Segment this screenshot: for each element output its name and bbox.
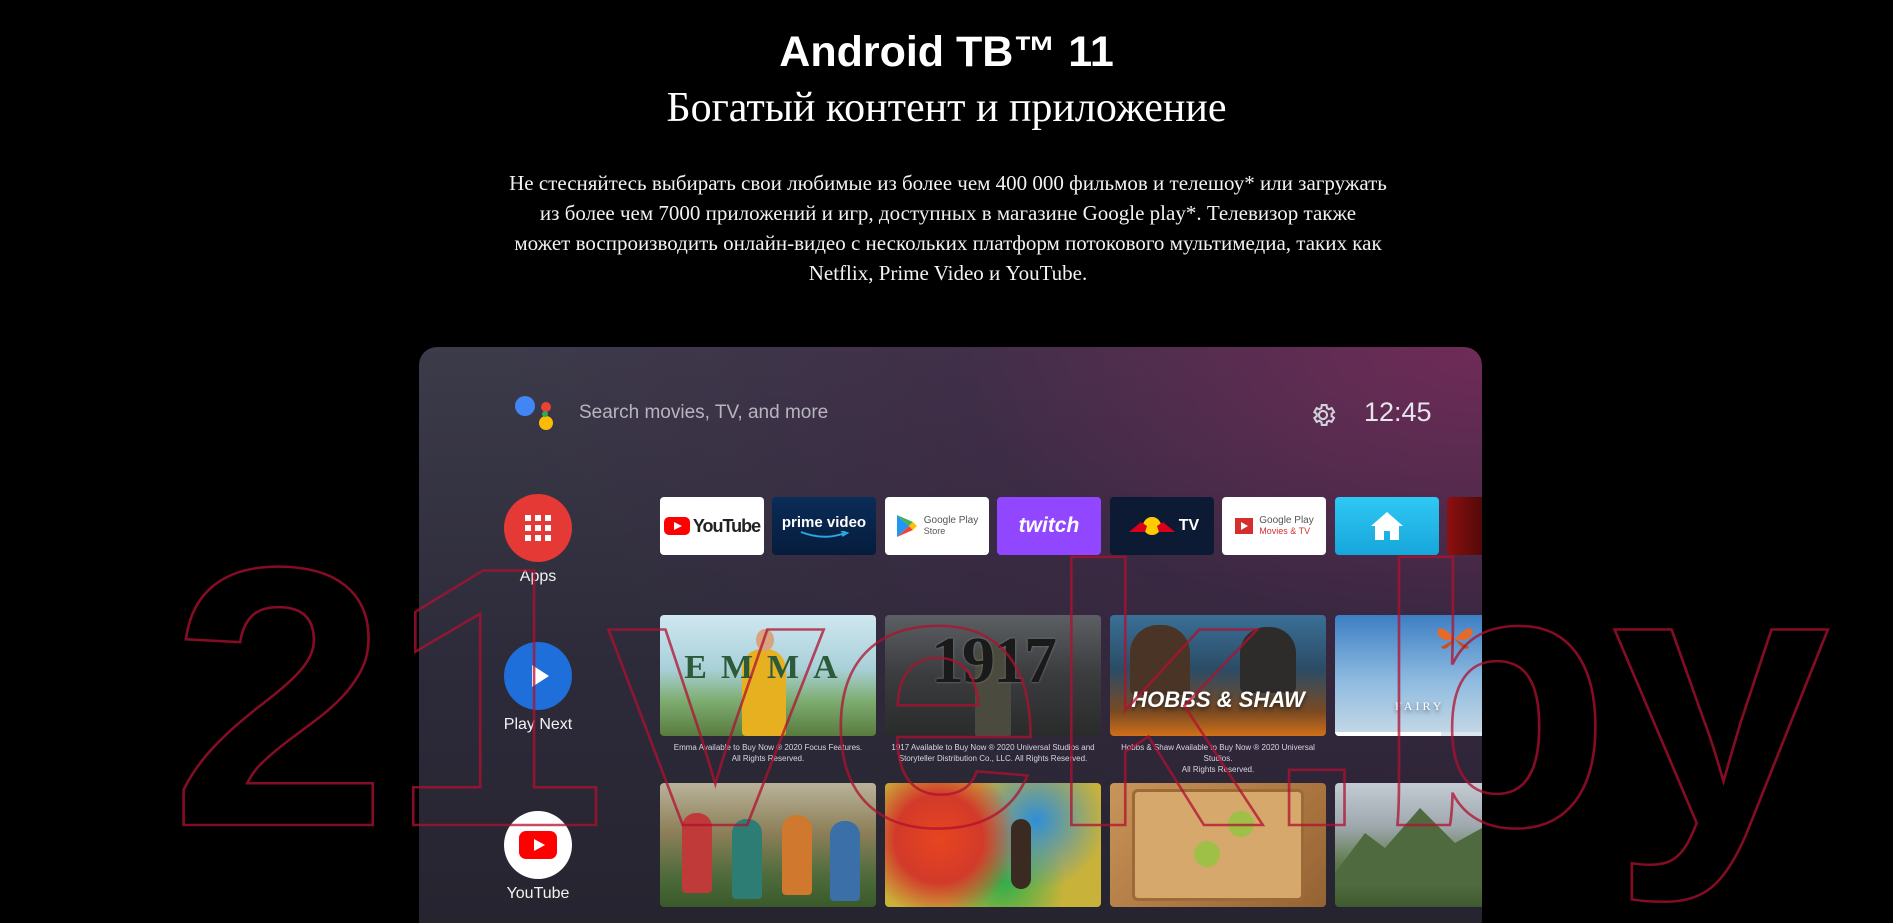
play-movies-sub-label: Movies & TV: [1259, 526, 1311, 536]
emma-card[interactable]: EMMA: [660, 615, 876, 736]
mountains-card[interactable]: [1335, 783, 1482, 907]
google-play-label: Google Play: [923, 515, 979, 526]
1917-title: 1917: [931, 624, 1057, 697]
dancer-figure: [782, 815, 812, 895]
play-icon: [532, 665, 549, 687]
color-run-card[interactable]: [885, 783, 1101, 907]
play-movies-icon: [1235, 518, 1254, 534]
android-tv-screen: Search movies, TV, and more 12:45 Apps P…: [419, 347, 1482, 923]
youtube-logo-icon: [663, 517, 690, 535]
play-store-icon: [896, 515, 917, 537]
fairy-card[interactable]: FAIRY: [1335, 615, 1482, 736]
description-line: Netflix, Prime Video и YouTube.: [808, 261, 1088, 285]
prime-video-app-tile[interactable]: prime video: [772, 497, 876, 555]
dancer-figure: [732, 819, 762, 899]
search-input[interactable]: Search movies, TV, and more: [579, 402, 828, 424]
hobbs-shaw-caption: Hobbs & Shaw Available to Buy Now ® 2020…: [1110, 742, 1326, 775]
1917-card[interactable]: 1917: [885, 615, 1101, 736]
redbull-icon: [1128, 517, 1175, 535]
play-next-label: Play Next: [503, 716, 573, 733]
actor-figure: [1240, 627, 1296, 693]
dancer-figure: [682, 813, 712, 893]
google-play-sub-label: Store: [923, 526, 946, 536]
caption-line: All Rights Reserved.: [731, 754, 805, 763]
caption-line: Storyteller Distribution Co., LLC. All R…: [898, 754, 1088, 763]
description: Не стесняйтесь выбирать свои любимые из …: [468, 168, 1428, 288]
description-line: Не стесняйтесь выбирать свои любимые из …: [509, 171, 1387, 195]
cutting-board: [1132, 789, 1304, 901]
caption-line: All Rights Reserved.: [1181, 765, 1255, 774]
avocado: [1194, 841, 1220, 867]
dancer-figure: [830, 821, 860, 901]
apps-label: Apps: [519, 568, 557, 585]
caption-line: Hobbs & Shaw Available to Buy Now ® 2020…: [1121, 743, 1315, 763]
fairy-title: FAIRY: [1395, 699, 1445, 713]
redbull-tv-label: TV: [1178, 517, 1200, 534]
progress-track: [1335, 732, 1482, 736]
hobbs-shaw-card[interactable]: HOBBS & SHAW: [1110, 615, 1326, 736]
home-icon: [1371, 512, 1403, 540]
hobbs-shaw-title: HOBBS & SHAW: [1131, 687, 1305, 712]
clock: 12:45: [1364, 397, 1432, 427]
runner-figure: [1011, 819, 1031, 889]
caption-line: 1917 Available to Buy Now ® 2020 Univers…: [891, 743, 1095, 752]
page-title: Android ТВ™ 11: [779, 28, 1114, 76]
prime-video-app-label: prime video: [781, 513, 867, 531]
description-line: из более чем 7000 приложений и игр, дост…: [539, 201, 1357, 225]
avocado: [1228, 811, 1254, 837]
partial-app-tile[interactable]: [1447, 497, 1482, 555]
apps-button[interactable]: [504, 494, 572, 562]
page-subtitle: Богатый контент и приложение: [666, 85, 1227, 131]
youtube-button[interactable]: [504, 811, 572, 879]
youtube-app-label: YouTube: [692, 515, 761, 536]
youtube-app-tile[interactable]: YouTube: [660, 497, 764, 555]
1917-caption: 1917 Available to Buy Now ® 2020 Univers…: [885, 742, 1101, 764]
twitch-app-label: twitch: [1018, 514, 1080, 537]
redbull-tv-app-tile[interactable]: TV: [1110, 497, 1214, 555]
caption-line: Emma Available to Buy Now ® 2020 Focus F…: [673, 743, 863, 752]
play-movies-label: Google Play: [1259, 515, 1314, 526]
description-line: может воспроизводить онлайн-видео с неск…: [514, 231, 1382, 255]
emma-caption: Emma Available to Buy Now ® 2020 Focus F…: [660, 742, 876, 764]
dancers-card[interactable]: [660, 783, 876, 907]
cooking-card[interactable]: [1110, 783, 1326, 907]
google-assistant-icon[interactable]: [515, 394, 561, 440]
apps-grid-icon: [525, 515, 551, 541]
youtube-icon: [519, 831, 557, 859]
play-next-button[interactable]: [504, 642, 572, 710]
amazon-smile-icon: [800, 530, 849, 538]
home-app-tile[interactable]: [1335, 497, 1439, 555]
youtube-label: YouTube: [506, 885, 570, 902]
google-play-store-app-tile[interactable]: Google Play Store: [885, 497, 989, 555]
emma-face: [756, 629, 774, 651]
twitch-app-tile[interactable]: twitch: [997, 497, 1101, 555]
gear-icon[interactable]: [1309, 401, 1337, 429]
butterfly-icon: [1437, 628, 1473, 649]
actor-figure: [1130, 625, 1190, 695]
mountain-shape: [1335, 808, 1482, 883]
emma-title: EMMA: [684, 649, 852, 686]
google-play-movies-app-tile[interactable]: Google Play Movies & TV: [1222, 497, 1326, 555]
progress-fill: [1335, 732, 1441, 736]
